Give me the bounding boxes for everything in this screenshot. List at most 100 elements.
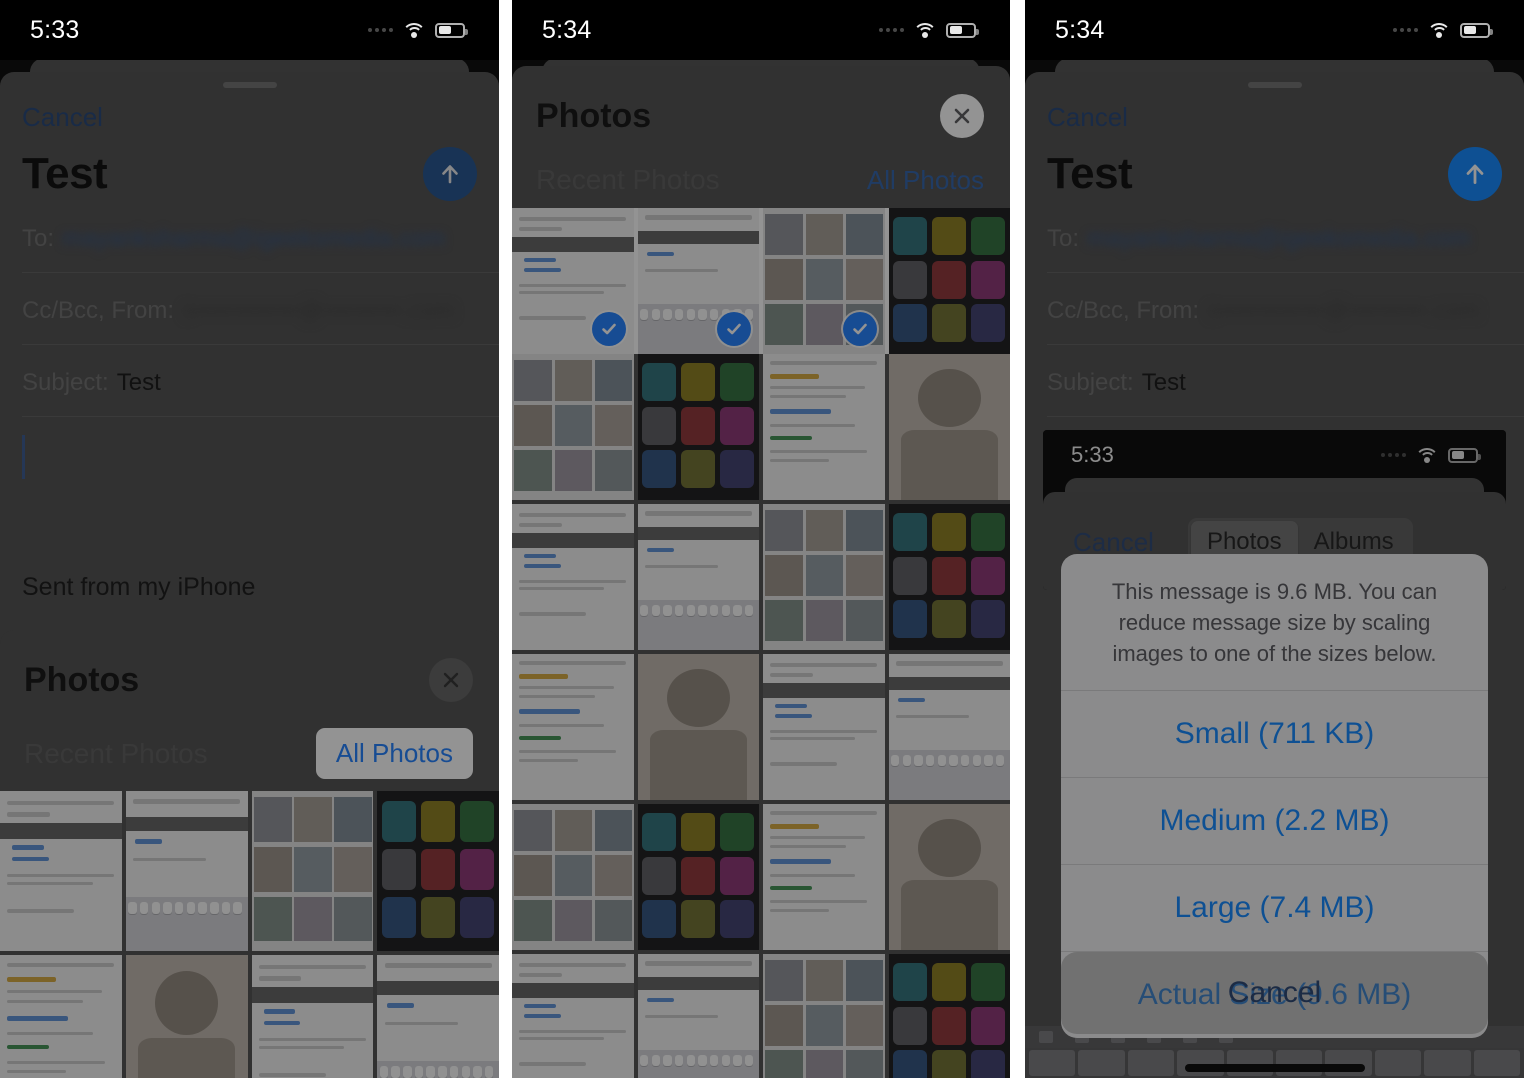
home-indicator (1184, 1064, 1365, 1072)
send-arrow-up-icon (442, 165, 458, 184)
signal-dots-icon (1381, 453, 1406, 457)
action-sheet-message: This message is 9.6 MB. You can reduce m… (1111, 579, 1438, 667)
photo-picker-sheet: Photos Recent Photos All Photos (512, 66, 1010, 1078)
option-small[interactable]: Small (711 KB) (1061, 689, 1488, 777)
photo-thumbnail[interactable] (251, 955, 374, 1078)
photo-thumbnail[interactable] (637, 208, 759, 354)
all-photos-button[interactable]: All Photos (867, 165, 984, 196)
photo-thumbnail[interactable] (888, 208, 1010, 354)
photo-thumbnail[interactable] (637, 804, 759, 950)
option-medium[interactable]: Medium (2.2 MB) (1061, 776, 1488, 864)
status-bar-time: 5:34 (1055, 15, 1105, 44)
photo-thumbnail[interactable] (763, 354, 885, 500)
battery-icon (1460, 22, 1493, 38)
photo-thumbnail[interactable] (888, 954, 1010, 1078)
embedded-status-bar: 5:33 (1043, 430, 1506, 480)
ccbcc-field[interactable]: Cc/Bcc, From: s••••••••••••@•••••••••.co… (0, 273, 499, 345)
cancel-button[interactable]: Cancel (1025, 88, 1524, 133)
send-button[interactable] (423, 147, 477, 201)
checkmark-circle-icon[interactable] (842, 312, 877, 346)
photo-thumbnail[interactable] (512, 804, 634, 950)
photo-thumbnail[interactable] (637, 504, 759, 650)
panel-divider (499, 0, 512, 1078)
to-label: To: (1047, 225, 1080, 252)
to-field[interactable]: To: mayanksharma@igeeksmedia.com (1025, 201, 1524, 273)
recent-photos-label: Recent Photos (24, 737, 208, 769)
photo-thumbnail[interactable] (0, 791, 122, 951)
page-title: Test (1047, 149, 1133, 198)
ccbcc-value: s••••••••••••@•••••••••.com (182, 297, 455, 324)
screenshot-stage: 5:33 Cancel Test To: mayanksharma@igeeks… (0, 0, 1524, 1078)
subject-field[interactable]: Subject: Test (1025, 345, 1524, 417)
checkmark-circle-icon[interactable] (591, 312, 626, 346)
status-bar: 5:33 (0, 0, 499, 60)
photo-thumbnail[interactable] (888, 804, 1010, 950)
photo-thumbnail[interactable] (0, 955, 122, 1078)
subject-field[interactable]: Subject: Test (0, 345, 499, 417)
picker-header: Photos (0, 630, 499, 702)
photo-thumbnail[interactable] (763, 954, 885, 1078)
status-bar-icons (368, 21, 468, 39)
action-sheet-cancel-button[interactable]: Cancel (1061, 952, 1488, 1034)
battery-icon (435, 22, 468, 38)
status-bar-icons (1393, 21, 1493, 39)
picker-title: Photos (24, 660, 140, 699)
message-body[interactable] (0, 417, 499, 537)
close-picker-button[interactable] (940, 94, 984, 138)
option-large[interactable]: Large (7.4 MB) (1061, 863, 1488, 951)
wifi-icon (402, 21, 426, 39)
embedded-cancel-button[interactable]: Cancel (1073, 527, 1154, 558)
embedded-status-time: 5:33 (1071, 442, 1114, 467)
photo-thumbnail[interactable] (377, 955, 499, 1078)
photo-thumbnail[interactable] (512, 354, 634, 500)
photo-grid[interactable] (512, 354, 1010, 1078)
photo-thumbnail[interactable] (637, 354, 759, 500)
subject-label: Subject: (1047, 369, 1134, 396)
picker-subheader: Recent Photos All Photos (0, 702, 499, 791)
photo-thumbnail[interactable] (125, 791, 248, 951)
all-photos-button[interactable]: All Photos (315, 728, 473, 779)
wifi-icon (1427, 21, 1451, 39)
photo-thumbnail[interactable] (763, 654, 885, 800)
photo-thumbnail[interactable] (888, 354, 1010, 500)
checkmark-circle-icon[interactable] (717, 312, 751, 346)
photo-thumbnail[interactable] (251, 791, 374, 951)
wifi-icon (913, 21, 937, 39)
photo-thumbnail[interactable] (377, 791, 499, 951)
ccbcc-field[interactable]: Cc/Bcc, From: s••••••••••••@•••••••••.co… (1025, 273, 1524, 345)
embedded-status-icons (1381, 446, 1481, 464)
status-bar: 5:34 (1025, 0, 1524, 60)
subject-value: Test (116, 369, 161, 396)
photo-thumbnail[interactable] (637, 954, 759, 1078)
photo-thumbnail[interactable] (512, 654, 634, 800)
picker-title: Photos (536, 96, 652, 135)
photo-thumbnail[interactable] (888, 504, 1010, 650)
status-bar-time: 5:33 (30, 15, 80, 44)
photo-thumbnail[interactable] (637, 654, 759, 800)
text-caret (22, 435, 25, 479)
to-field[interactable]: To: mayanksharma@igeeksmedia.com (0, 201, 499, 273)
photo-thumbnail[interactable] (125, 955, 248, 1078)
photo-thumbnail[interactable] (512, 954, 634, 1078)
photo-grid[interactable] (0, 791, 499, 1078)
photo-thumbnail[interactable] (512, 504, 634, 650)
send-button[interactable] (1448, 147, 1502, 201)
selected-photo-row (512, 208, 1010, 354)
photo-thumbnail[interactable] (763, 504, 885, 650)
keyboard-keys[interactable] (1025, 1048, 1524, 1078)
panel-compose-with-picker: 5:33 Cancel Test To: mayanksharma@igeeks… (0, 0, 499, 1078)
status-bar-time: 5:34 (542, 15, 592, 44)
photo-thumbnail[interactable] (888, 654, 1010, 800)
close-picker-button[interactable] (429, 658, 473, 702)
signal-dots-icon (368, 28, 393, 32)
page-title: Test (22, 149, 108, 198)
photo-picker-sheet: Photos Recent Photos All Photos (0, 630, 499, 1078)
photo-thumbnail[interactable] (763, 208, 885, 354)
photo-thumbnail[interactable] (763, 804, 885, 950)
signature-text: Sent from my iPhone (22, 573, 256, 601)
cancel-button[interactable]: Cancel (0, 88, 499, 133)
ccbcc-value: s••••••••••••@•••••••••.com (1207, 297, 1480, 324)
close-x-icon (954, 108, 970, 124)
photo-thumbnail[interactable] (512, 208, 634, 354)
send-arrow-up-icon (1466, 164, 1484, 184)
